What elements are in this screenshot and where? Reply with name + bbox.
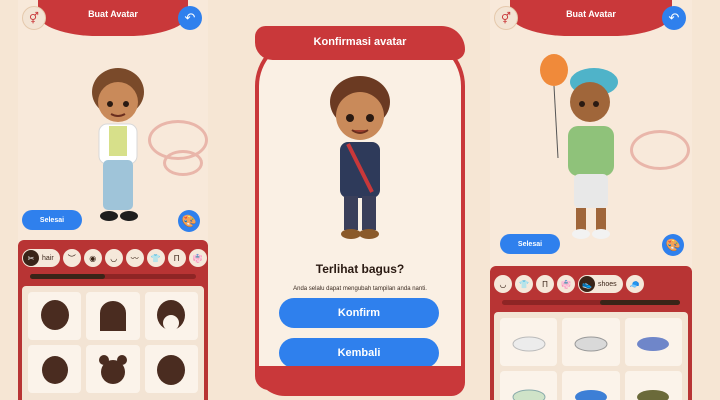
right-avatar-screen: Buat Avatar ⚥ ↶ Selesai 🎨 ◡ 👕 Π 👘 👟 shoe… [490, 0, 692, 400]
hair-option[interactable] [28, 345, 82, 393]
category-hair-active[interactable]: ✂ hair [22, 249, 60, 267]
cloud-decoration [163, 150, 203, 176]
gender-icon[interactable]: ⚥ [494, 6, 518, 30]
shoe-option[interactable] [624, 318, 682, 366]
outfit-icon[interactable]: 👘 [557, 275, 575, 293]
screen-title: Buat Avatar [88, 9, 138, 19]
modal-title: Konfirmasi avatar [313, 36, 407, 48]
undo-button[interactable]: ↶ [178, 6, 202, 30]
avatar-figure [540, 54, 618, 239]
category-label: shoes [598, 280, 617, 288]
pants-icon[interactable]: Π [536, 275, 554, 293]
customization-drawer: ◡ 👕 Π 👘 👟 shoes 🧢 [490, 266, 692, 400]
header-banner: Buat Avatar [510, 0, 672, 36]
done-button[interactable]: Selesai [22, 210, 82, 230]
modal-subtext: Anda selalu dapat mengubah tampilan anda… [293, 286, 427, 292]
shoe-option[interactable] [562, 371, 620, 400]
shirt-icon[interactable]: 👕 [146, 249, 165, 267]
gender-icon[interactable]: ⚥ [22, 6, 46, 30]
category-scrollbar[interactable] [30, 274, 196, 279]
shoe-icon: 👟 [579, 276, 595, 292]
screen-title: Buat Avatar [566, 9, 616, 19]
confirm-avatar-modal: Konfirmasi avatar Terlihat bagus? Anda s… [255, 0, 465, 400]
category-bar: ✂ hair ︶ ◉ ◡ 〰 👕 Π 👘 [22, 246, 207, 270]
mouth-icon[interactable]: ◡ [104, 249, 123, 267]
option-grid [22, 286, 204, 400]
shirt-icon[interactable]: 👕 [515, 275, 533, 293]
done-button[interactable]: Selesai [500, 234, 560, 254]
category-scrollbar[interactable] [502, 300, 680, 305]
avatar-preview [330, 76, 390, 239]
shoe-option[interactable] [562, 318, 620, 366]
pants-icon[interactable]: Π [167, 249, 186, 267]
palette-icon[interactable]: 🎨 [178, 210, 200, 232]
left-avatar-screen: Buat Avatar ⚥ ↶ Selesai 🎨 ✂ hair ︶ ◉ ◡ 〰… [18, 0, 208, 400]
back-button[interactable]: Kembali [279, 338, 439, 368]
hair-option[interactable] [28, 292, 82, 340]
hair-option[interactable] [144, 292, 198, 340]
category-bar: ◡ 👕 Π 👘 👟 shoes 🧢 [494, 272, 688, 296]
category-shoes-active[interactable]: 👟 shoes [578, 275, 623, 293]
palette-icon[interactable]: 🎨 [662, 234, 684, 256]
hat-icon[interactable]: 🧢 [625, 275, 644, 293]
customization-drawer: ✂ hair ︶ ◉ ◡ 〰 👕 Π 👘 [18, 240, 208, 400]
shoe-option[interactable] [500, 371, 558, 400]
shoe-option[interactable] [624, 371, 682, 400]
undo-button[interactable]: ↶ [662, 6, 686, 30]
hair-option[interactable] [86, 292, 140, 340]
avatar-figure [92, 68, 144, 221]
eyebrow-icon[interactable]: ︶ [62, 249, 81, 267]
hair-option[interactable] [86, 345, 140, 393]
option-grid [494, 312, 688, 400]
mouth-icon[interactable]: ◡ [494, 275, 512, 293]
outfit-icon[interactable]: 👘 [188, 249, 207, 267]
modal-bottom-band [255, 366, 465, 396]
shoe-option[interactable] [500, 318, 558, 366]
header-banner: Buat Avatar [38, 0, 188, 36]
modal-question: Terlihat bagus? [315, 262, 405, 276]
scissors-icon: ✂ [23, 250, 39, 266]
hair-option[interactable] [144, 345, 198, 393]
category-label: hair [42, 254, 54, 262]
mustache-icon[interactable]: 〰 [125, 249, 144, 267]
confirm-button[interactable]: Konfirm [279, 298, 439, 328]
eyes-icon[interactable]: ◉ [83, 249, 102, 267]
